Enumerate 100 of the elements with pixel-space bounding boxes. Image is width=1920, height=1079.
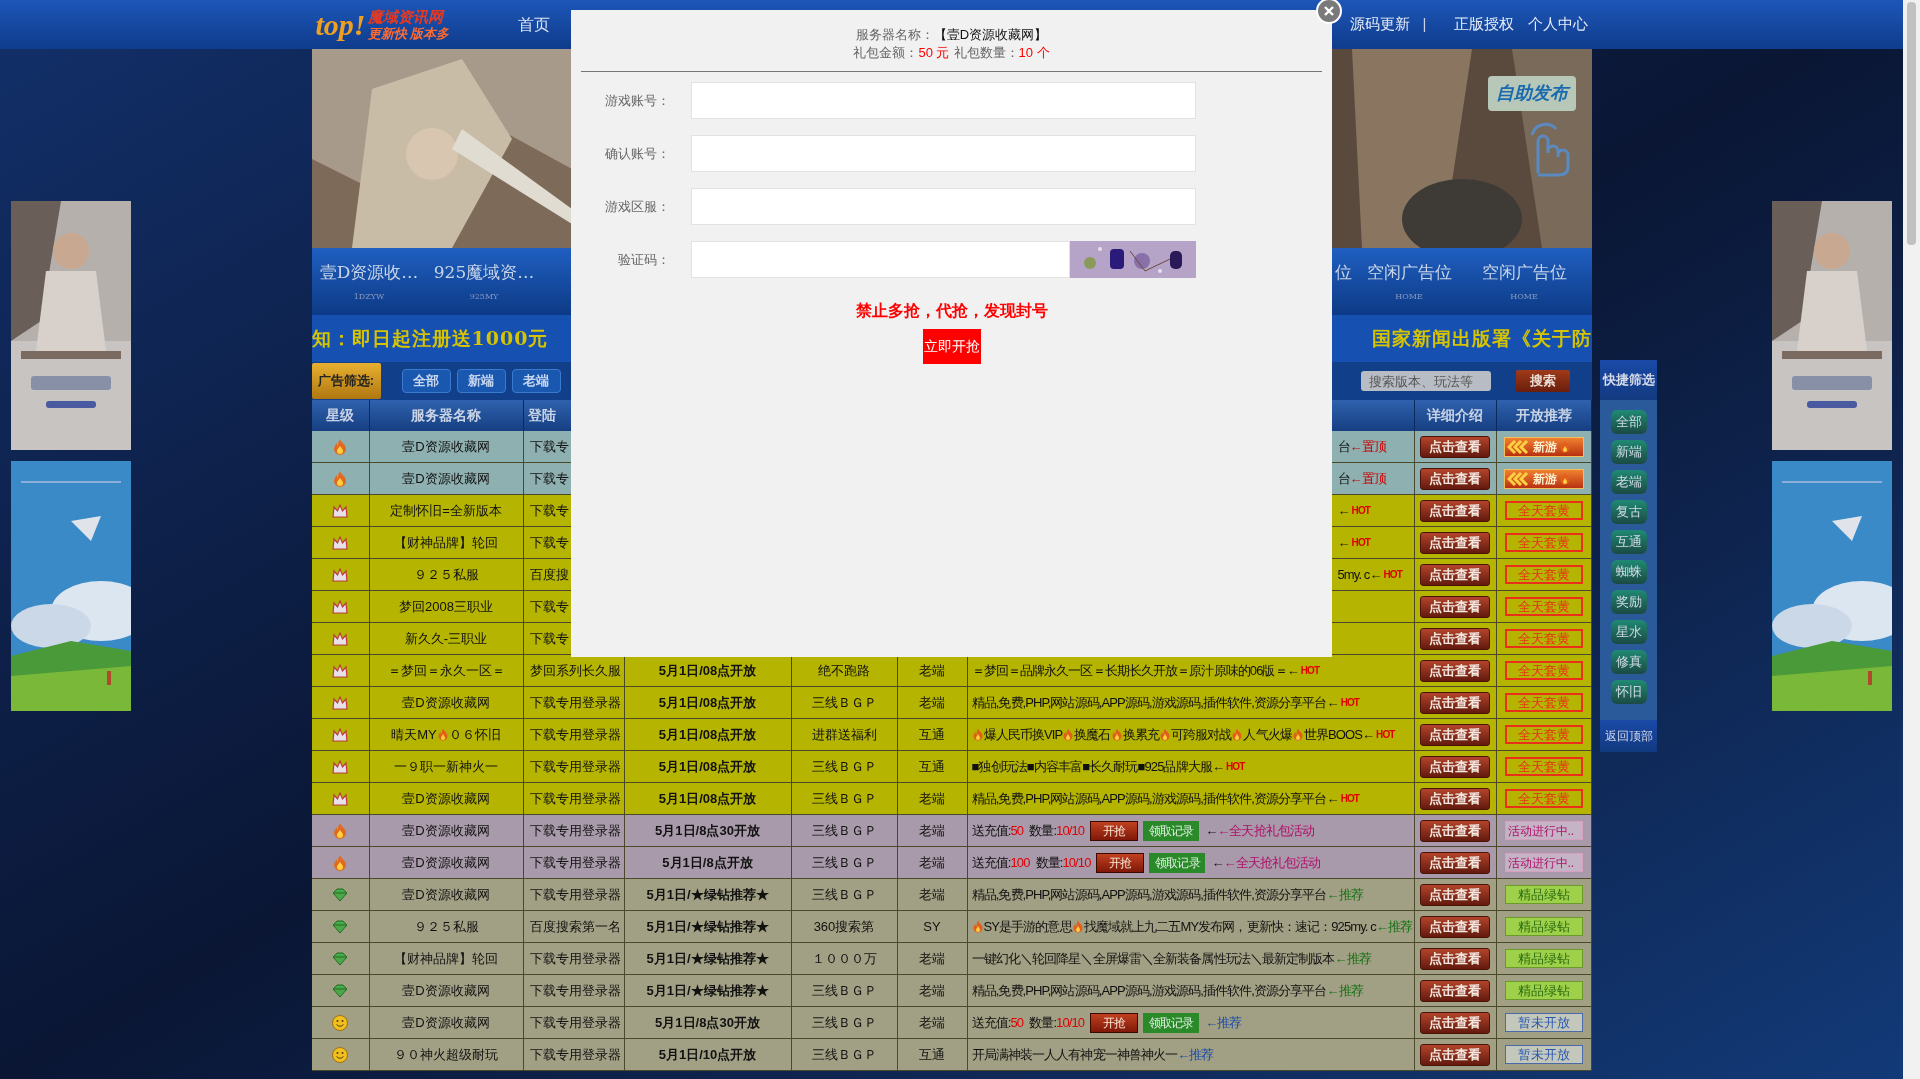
flame-icon (331, 437, 349, 456)
tag-label: ←推荐 (1375, 917, 1413, 936)
recommend-badge[interactable]: 精品绿钻 (1504, 917, 1583, 936)
filter-button[interactable]: 修真 (1610, 650, 1647, 674)
view-button[interactable]: 点击查看 (1420, 595, 1490, 618)
filter-button[interactable]: 奖励 (1610, 590, 1647, 614)
record-button[interactable]: 领取记录 (1143, 1012, 1200, 1033)
ad-link-subtitle: HOME (1395, 291, 1423, 303)
tag-label: HOT (1340, 696, 1360, 710)
grab-button[interactable]: 开抢 (1090, 820, 1139, 841)
arrow-text: ← (1211, 853, 1224, 872)
intro-text: 精品,免费,PHP,网站源码,APP源码,游戏源码,插件软件,资源分享平台 (971, 885, 1327, 904)
view-button[interactable]: 点击查看 (1420, 787, 1490, 810)
server-name: 一９职一新神火一 (394, 757, 498, 776)
view-button[interactable]: 点击查看 (1420, 979, 1490, 1002)
filter-button[interactable]: 老端 (1610, 470, 1647, 494)
filter-button[interactable]: 互通 (1610, 530, 1647, 554)
view-button[interactable]: 点击查看 (1420, 691, 1490, 714)
filter-button[interactable]: 复古 (1610, 500, 1647, 524)
view-button[interactable]: 点击查看 (1420, 563, 1490, 586)
recommend-badge[interactable]: 活动进行中.. (1504, 853, 1583, 872)
view-button[interactable]: 点击查看 (1420, 819, 1490, 842)
fire-icon (1072, 920, 1083, 933)
crown-icon (331, 533, 349, 552)
view-button[interactable]: 点击查看 (1420, 851, 1490, 874)
view-button[interactable]: 点击查看 (1420, 659, 1490, 682)
nav-link[interactable]: 正版授权 (1453, 13, 1514, 36)
tag-label: ←全天抢礼包活动 (1217, 821, 1315, 840)
record-button[interactable]: 领取记录 (1143, 820, 1200, 841)
scrollbar[interactable] (1903, 0, 1920, 1079)
filter-button[interactable]: 蜘蛛 (1610, 560, 1647, 584)
submit-button[interactable]: 立即开抢 (922, 329, 981, 364)
server-name: ９２５私服 (413, 565, 479, 584)
intro-text: 台 (1337, 437, 1350, 456)
back-to-top-link[interactable]: 返回顶部 (1600, 720, 1657, 752)
smiley-icon (331, 1013, 349, 1032)
fire-icon (972, 728, 983, 741)
tag-label: HOT (1300, 664, 1320, 678)
crown-icon (331, 693, 349, 712)
view-button[interactable]: 点击查看 (1420, 1043, 1490, 1066)
nav-link[interactable]: 首页 (517, 12, 550, 37)
recommend-badge[interactable]: 精品绿钻 (1504, 949, 1583, 968)
filter-button[interactable]: 老端 (511, 369, 561, 393)
recommend-badge[interactable]: 暂未开放 (1504, 1045, 1583, 1064)
ad-link-title[interactable]: 位 (1334, 248, 1352, 282)
intro-text: 精品,免费,PHP,网站源码,APP源码,游戏源码,插件软件,资源分享平台← (971, 789, 1339, 808)
view-button[interactable]: 点击查看 (1420, 499, 1490, 522)
tag-label: ←推荐 (1326, 981, 1363, 1000)
grab-button[interactable]: 开抢 (1096, 852, 1145, 873)
record-button[interactable]: 领取记录 (1149, 852, 1206, 873)
grab-button[interactable]: 开抢 (1090, 1012, 1139, 1033)
recommend-badge[interactable]: 新游 (1503, 468, 1584, 489)
crown-icon (331, 565, 349, 584)
view-button[interactable]: 点击查看 (1420, 723, 1490, 746)
gift-value: 50 (1010, 1013, 1024, 1032)
filter-button[interactable]: 新端 (1610, 440, 1647, 464)
ad-link-title[interactable]: 空闲广告位 (1481, 262, 1567, 282)
ad-link-title[interactable]: 925魔域资… (433, 262, 535, 282)
tag-label: HOT (1340, 792, 1360, 806)
filter-button[interactable]: 怀旧 (1610, 680, 1647, 704)
fire-icon (972, 920, 983, 933)
view-button[interactable]: 点击查看 (1420, 915, 1490, 938)
view-button[interactable]: 点击查看 (1420, 531, 1490, 554)
flame-icon (331, 821, 349, 840)
view-button[interactable]: 点击查看 (1420, 435, 1490, 458)
view-button[interactable]: 点击查看 (1420, 755, 1490, 778)
filter-button[interactable]: 全部 (1610, 410, 1647, 434)
intro-text: 换累充 (1122, 725, 1159, 744)
scrollbar-thumb[interactable] (1907, 2, 1916, 245)
search-field[interactable]: 搜索版本、玩法等 (1360, 371, 1491, 391)
input-field[interactable] (691, 241, 1070, 278)
server-name: ９０神火超级耐玩 (394, 1045, 498, 1064)
recommend-badge[interactable]: 精品绿钻 (1504, 981, 1583, 1000)
nav-separator: | (1422, 14, 1427, 35)
recommend-badge[interactable]: 新游 (1503, 436, 1584, 457)
view-button[interactable]: 点击查看 (1420, 1011, 1490, 1034)
ad-link-title[interactable]: 空闲广告位 (1366, 262, 1452, 282)
close-icon (1324, 6, 1334, 16)
recommend-badge[interactable]: 暂未开放 (1504, 1013, 1583, 1032)
view-button[interactable]: 点击查看 (1420, 947, 1490, 970)
recommend-badge[interactable]: 活动进行中.. (1504, 821, 1583, 840)
tag-label: HOT (1351, 504, 1371, 518)
gem-icon (331, 949, 349, 968)
fire-icon (1292, 728, 1303, 741)
intro-text: 爆人民币换VIP (983, 725, 1063, 744)
crown-icon (331, 789, 349, 808)
view-button[interactable]: 点击查看 (1420, 467, 1490, 490)
search-button[interactable]: 搜索 (1515, 370, 1570, 392)
filter-button[interactable]: 全部 (401, 369, 451, 393)
filter-button[interactable]: 星水 (1610, 620, 1647, 644)
view-button[interactable]: 点击查看 (1420, 883, 1490, 906)
filter-button[interactable]: 新端 (456, 369, 506, 393)
logo-mark: top! (315, 9, 366, 40)
nav-link[interactable]: 源码更新 (1349, 13, 1410, 36)
recommend-badge[interactable]: 精品绿钻 (1504, 885, 1583, 904)
nav-link[interactable]: 个人中心 (1527, 13, 1588, 36)
gift-value: 10/10 (1062, 853, 1091, 872)
logo-slogan: 更新快 版本多 (367, 27, 450, 40)
ad-link-title[interactable]: 壹D资源收… (319, 262, 419, 282)
view-button[interactable]: 点击查看 (1420, 627, 1490, 650)
